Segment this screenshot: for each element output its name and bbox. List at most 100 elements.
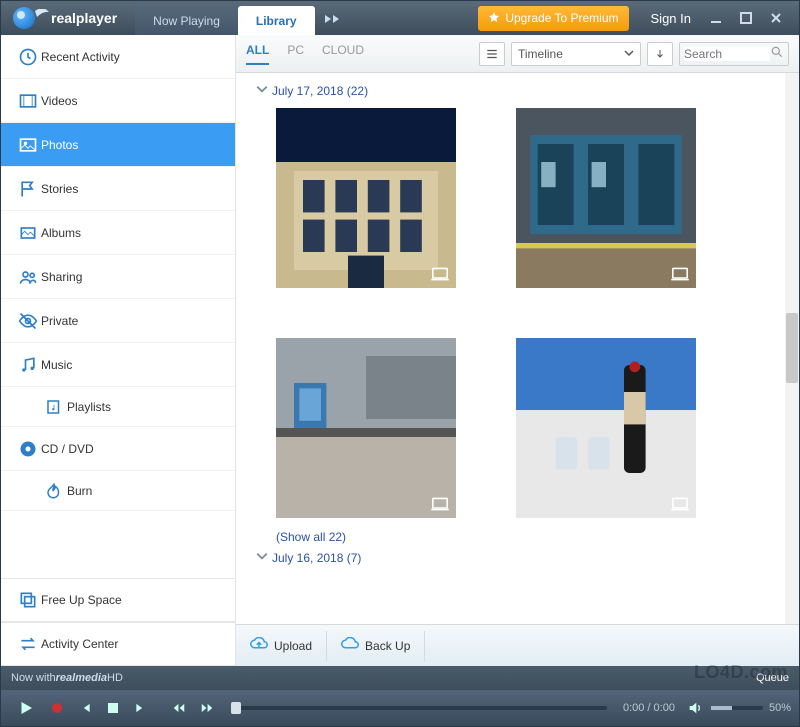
signin-link[interactable]: Sign In bbox=[639, 11, 703, 26]
flag-icon bbox=[15, 179, 41, 199]
date-group-count: (22) bbox=[347, 84, 368, 98]
cloud-icon bbox=[341, 637, 359, 654]
sidebar-item-label: Sharing bbox=[41, 270, 82, 284]
mute-button[interactable] bbox=[681, 694, 709, 722]
photo-thumbnail[interactable] bbox=[276, 338, 456, 518]
volume-bar[interactable] bbox=[711, 706, 763, 710]
flame-icon bbox=[41, 482, 67, 500]
show-all-link[interactable]: (Show all 22) bbox=[256, 518, 779, 550]
sidebar-item-stories[interactable]: Stories bbox=[1, 167, 235, 211]
sidebar-item-label: Albums bbox=[41, 226, 81, 240]
promo-prefix: Now with bbox=[11, 672, 56, 684]
sort-dropdown[interactable]: Timeline bbox=[511, 42, 641, 66]
content-area: ALL PC CLOUD Timeline bbox=[236, 35, 799, 666]
rewind-button[interactable] bbox=[165, 694, 193, 722]
disc-icon bbox=[15, 439, 41, 459]
sidebar-item-playlists[interactable]: Playlists bbox=[1, 387, 235, 427]
play-button[interactable] bbox=[9, 694, 43, 722]
date-group-header-2[interactable]: July 16, 2018 (7) bbox=[256, 550, 779, 565]
scrollbar-track[interactable] bbox=[785, 73, 799, 624]
photo-thumbnail[interactable] bbox=[516, 338, 696, 518]
pc-location-icon bbox=[670, 496, 690, 512]
filter-cloud[interactable]: CLOUD bbox=[322, 43, 364, 65]
date-group-date: July 17, 2018 bbox=[272, 84, 343, 98]
date-group-count: (7) bbox=[347, 551, 362, 565]
next-track-button[interactable] bbox=[127, 694, 155, 722]
record-button[interactable] bbox=[43, 694, 71, 722]
stop-button[interactable] bbox=[99, 694, 127, 722]
filter-pc[interactable]: PC bbox=[287, 43, 304, 65]
forward-button[interactable] bbox=[193, 694, 221, 722]
tab-expand-icon[interactable] bbox=[315, 5, 349, 35]
pc-location-icon bbox=[430, 496, 450, 512]
app-logo: realplayer bbox=[1, 7, 129, 29]
playback-time: 0:00 / 0:00 bbox=[617, 702, 675, 714]
playlist-icon bbox=[41, 398, 67, 416]
maximize-button[interactable] bbox=[733, 8, 759, 28]
sidebar-item-albums[interactable]: Albums bbox=[1, 211, 235, 255]
sidebar-item-burn[interactable]: Burn bbox=[1, 471, 235, 511]
stack-icon bbox=[15, 590, 41, 610]
seek-handle[interactable] bbox=[231, 702, 241, 714]
sidebar-item-label: Music bbox=[41, 358, 72, 372]
player-bar: 0:00 / 0:00 50% bbox=[1, 690, 799, 726]
close-button[interactable] bbox=[763, 8, 789, 28]
upload-button[interactable]: Upload bbox=[236, 631, 327, 661]
music-icon bbox=[15, 355, 41, 375]
search-icon bbox=[770, 45, 784, 62]
promo-suffix: HD bbox=[107, 672, 123, 684]
photo-thumbnail[interactable] bbox=[276, 108, 456, 288]
eye-off-icon bbox=[15, 311, 41, 331]
search-field[interactable] bbox=[679, 42, 789, 66]
sidebar-item-free-up-space[interactable]: Free Up Space bbox=[1, 578, 235, 622]
sort-label: Timeline bbox=[518, 47, 563, 61]
transfer-icon bbox=[15, 634, 41, 654]
promo-bar: Now with realmedia HD Queue bbox=[1, 666, 799, 690]
star-icon bbox=[488, 11, 500, 26]
sidebar: Recent Activity Videos Photos Stories Al… bbox=[1, 35, 236, 666]
sidebar-item-videos[interactable]: Videos bbox=[1, 79, 235, 123]
sidebar-item-recent-activity[interactable]: Recent Activity bbox=[1, 35, 235, 79]
sidebar-item-private[interactable]: Private bbox=[1, 299, 235, 343]
backup-button[interactable]: Back Up bbox=[327, 631, 425, 661]
queue-link[interactable]: Queue bbox=[756, 672, 789, 684]
sidebar-item-label: Activity Center bbox=[41, 637, 118, 651]
sidebar-item-label: Photos bbox=[41, 138, 78, 152]
sidebar-item-activity-center[interactable]: Activity Center bbox=[1, 622, 235, 666]
tab-library[interactable]: Library bbox=[238, 6, 315, 35]
date-group-header-1[interactable]: July 17, 2018 (22) bbox=[256, 83, 779, 98]
backup-label: Back Up bbox=[365, 639, 410, 653]
minimize-button[interactable] bbox=[703, 8, 729, 28]
volume-percent: 50% bbox=[769, 702, 791, 714]
sidebar-item-label: Playlists bbox=[67, 400, 111, 414]
sidebar-item-photos[interactable]: Photos bbox=[1, 123, 235, 167]
filter-all[interactable]: ALL bbox=[246, 43, 269, 65]
sidebar-item-sharing[interactable]: Sharing bbox=[1, 255, 235, 299]
title-bar: realplayer Now Playing Library Upgrade T… bbox=[1, 1, 799, 35]
chevron-down-icon bbox=[624, 47, 634, 61]
chevron-down-icon bbox=[256, 550, 268, 565]
chevron-down-icon bbox=[256, 83, 268, 98]
cloud-upload-icon bbox=[250, 637, 268, 654]
prev-track-button[interactable] bbox=[71, 694, 99, 722]
clock-icon bbox=[15, 47, 41, 67]
sidebar-item-label: Burn bbox=[67, 484, 92, 498]
sidebar-item-music[interactable]: Music bbox=[1, 343, 235, 387]
sidebar-item-label: Recent Activity bbox=[41, 50, 120, 64]
photo-thumbnail[interactable] bbox=[516, 108, 696, 288]
tab-now-playing[interactable]: Now Playing bbox=[135, 6, 238, 35]
content-toolbar: ALL PC CLOUD Timeline bbox=[236, 35, 799, 73]
people-icon bbox=[15, 267, 41, 287]
upload-label: Upload bbox=[274, 639, 312, 653]
upgrade-button[interactable]: Upgrade To Premium bbox=[478, 6, 628, 31]
promo-brand: realmedia bbox=[56, 672, 107, 684]
seek-bar[interactable] bbox=[231, 706, 607, 710]
sidebar-item-cd-dvd[interactable]: CD / DVD bbox=[1, 427, 235, 471]
sort-direction-button[interactable] bbox=[647, 42, 673, 66]
date-group-date: July 16, 2018 bbox=[272, 551, 343, 565]
search-input[interactable] bbox=[684, 47, 770, 61]
sidebar-item-label: CD / DVD bbox=[41, 442, 94, 456]
scrollbar-thumb[interactable] bbox=[786, 313, 798, 383]
pc-location-icon bbox=[670, 266, 690, 282]
list-view-button[interactable] bbox=[479, 42, 505, 66]
